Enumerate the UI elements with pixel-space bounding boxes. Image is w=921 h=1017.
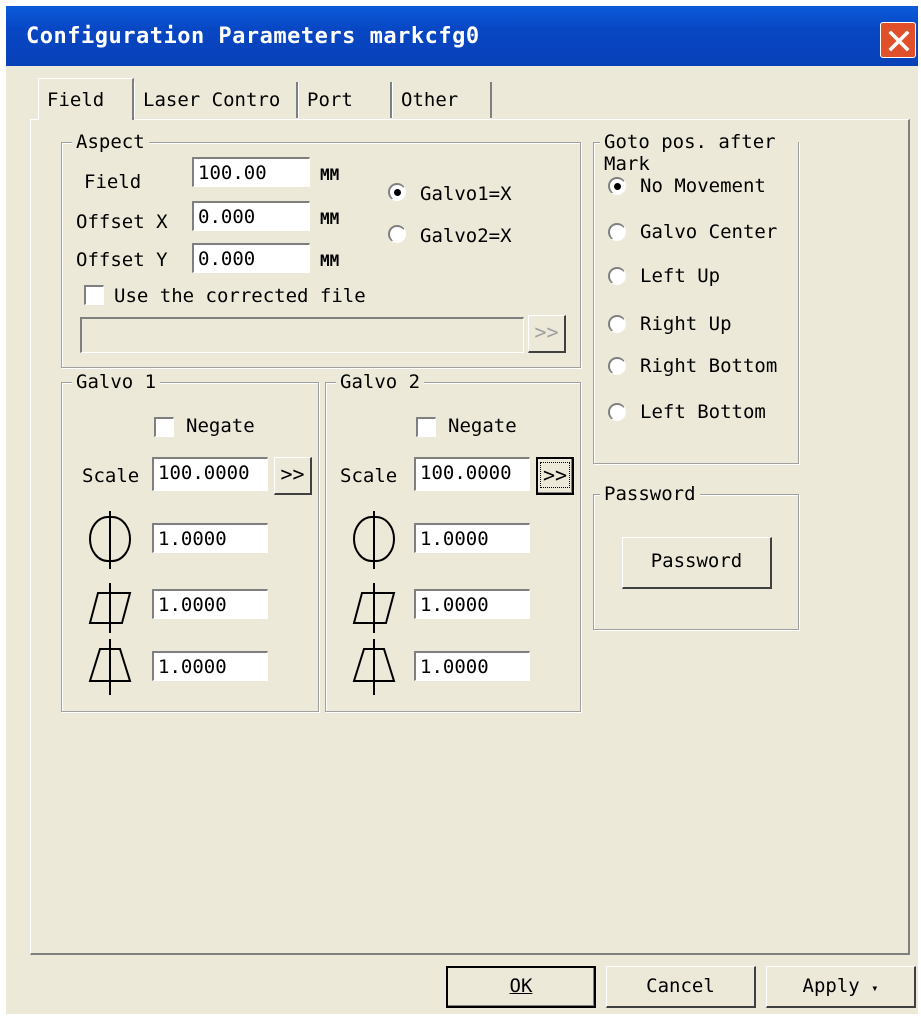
tab-port-label: Port: [307, 89, 353, 111]
galvo2-title: Galvo 2: [336, 371, 425, 393]
offset-x-input[interactable]: 0.000: [192, 201, 310, 231]
aspect-group-title: Aspect: [72, 131, 149, 153]
galvo1-barrel-distortion-icon: [89, 511, 131, 569]
goto-right-up-radio[interactable]: [608, 315, 626, 333]
cancel-button[interactable]: Cancel: [606, 966, 756, 1008]
offset-y-unit: MM: [320, 251, 340, 270]
tab-field-label: Field: [47, 89, 105, 111]
galvo1-x-radio[interactable]: [388, 183, 406, 201]
tab-field[interactable]: Field: [38, 78, 134, 120]
use-corrected-file-checkbox[interactable]: [84, 285, 104, 305]
galvo1-negate-checkbox[interactable]: [154, 417, 174, 437]
goto-position-group: Goto pos. after Mark No Movement Galvo C…: [593, 131, 799, 464]
dialog-body: Field Laser Contro Port Other Aspect Fie…: [6, 66, 918, 1014]
goto-no-movement-radio[interactable]: [608, 177, 626, 195]
galvo2-negate-checkbox[interactable]: [416, 417, 436, 437]
galvo1-param3-input[interactable]: 1.0000: [152, 651, 268, 681]
galvo1-more-label: >>: [280, 462, 305, 486]
goto-left-bottom-label: Left Bottom: [640, 401, 766, 423]
tab-other[interactable]: Other: [392, 82, 492, 118]
galvo2-trapezoid-distortion-icon: [352, 639, 396, 695]
password-group-title: Password: [600, 483, 700, 505]
corrected-file-path[interactable]: [80, 317, 524, 353]
galvo1-param1-input[interactable]: 1.0000: [152, 523, 268, 553]
galvo1-scale-input[interactable]: 100.0000: [152, 457, 268, 491]
galvo2-param3-input[interactable]: 1.0000: [414, 651, 530, 681]
aspect-group: Aspect Field 100.00 MM Offset X 0.000 MM…: [61, 131, 581, 368]
tab-port[interactable]: Port: [298, 82, 392, 118]
goto-position-title: Goto pos. after Mark: [600, 131, 798, 175]
galvo2-barrel-distortion-icon: [353, 511, 395, 569]
goto-left-up-radio[interactable]: [608, 267, 626, 285]
ok-button[interactable]: OK: [446, 966, 596, 1008]
galvo1-scale-more-button[interactable]: >>: [274, 457, 312, 495]
config-dialog: Configuration Parameters markcfg0 Field …: [6, 6, 918, 1014]
galvo1-trapezoid-distortion-icon: [88, 639, 132, 695]
galvo2-more-label: >>: [539, 462, 571, 488]
goto-right-bottom-radio[interactable]: [608, 357, 626, 375]
password-group: Password Password: [593, 483, 799, 630]
apply-button[interactable]: Apply ▾: [766, 966, 916, 1008]
galvo2-scale-input[interactable]: 100.0000: [414, 457, 530, 491]
goto-left-bottom-radio[interactable]: [608, 403, 626, 421]
close-icon: [888, 30, 910, 52]
apply-button-label: Apply: [802, 975, 860, 997]
galvo1-scale-label: Scale: [82, 465, 140, 487]
offset-x-unit: MM: [320, 209, 340, 228]
tab-other-label: Other: [401, 89, 459, 111]
tab-laser-control-label: Laser Contro: [143, 89, 281, 111]
browse-label: >>: [534, 320, 559, 344]
galvo1-parallelogram-distortion-icon: [88, 583, 132, 633]
apply-dropdown-icon: ▾: [871, 981, 879, 995]
field-input[interactable]: 100.00: [192, 157, 310, 187]
galvo1-param2-input[interactable]: 1.0000: [152, 589, 268, 619]
galvo2-param2-input[interactable]: 1.0000: [414, 589, 530, 619]
password-button-label: Password: [650, 550, 743, 572]
galvo2-scale-more-button[interactable]: >>: [536, 457, 574, 495]
galvo2-negate-label: Negate: [448, 415, 517, 437]
goto-right-up-label: Right Up: [640, 313, 732, 335]
offset-y-label: Offset Y: [76, 249, 168, 271]
offset-x-label: Offset X: [76, 211, 168, 233]
title-bar[interactable]: Configuration Parameters markcfg0: [6, 6, 918, 66]
goto-left-up-label: Left Up: [640, 265, 721, 287]
galvo2-x-label: Galvo2=X: [420, 225, 512, 247]
field-label: Field: [84, 171, 142, 193]
galvo1-negate-label: Negate: [186, 415, 255, 437]
galvo2-param1-input[interactable]: 1.0000: [414, 523, 530, 553]
field-unit: MM: [320, 165, 340, 184]
tab-laser-control[interactable]: Laser Contro: [134, 82, 298, 118]
goto-right-bottom-label: Right Bottom: [640, 355, 778, 377]
galvo2-x-radio[interactable]: [388, 225, 406, 243]
field-tab-panel: Aspect Field 100.00 MM Offset X 0.000 MM…: [30, 119, 910, 955]
galvo1-group: Galvo 1 Negate Scale 100.0000 >> 1.0000: [61, 371, 319, 712]
goto-galvo-center-label: Galvo Center: [640, 221, 778, 243]
ok-button-label: OK: [509, 975, 533, 997]
corrected-file-browse-button[interactable]: >>: [528, 315, 566, 353]
cancel-button-label: Cancel: [646, 975, 715, 997]
galvo2-scale-label: Scale: [340, 465, 398, 487]
close-button[interactable]: [880, 22, 916, 58]
galvo2-parallelogram-distortion-icon: [352, 583, 396, 633]
goto-galvo-center-radio[interactable]: [608, 223, 626, 241]
galvo2-group: Galvo 2 Negate Scale 100.0000 >> 1.0000: [325, 371, 581, 712]
galvo1-x-label: Galvo1=X: [420, 183, 512, 205]
galvo1-title: Galvo 1: [72, 371, 161, 393]
use-corrected-file-label: Use the corrected file: [114, 285, 366, 307]
window-title: Configuration Parameters markcfg0: [26, 24, 480, 49]
goto-no-movement-label: No Movement: [640, 175, 766, 197]
offset-y-input[interactable]: 0.000: [192, 243, 310, 273]
password-button[interactable]: Password: [622, 537, 772, 589]
